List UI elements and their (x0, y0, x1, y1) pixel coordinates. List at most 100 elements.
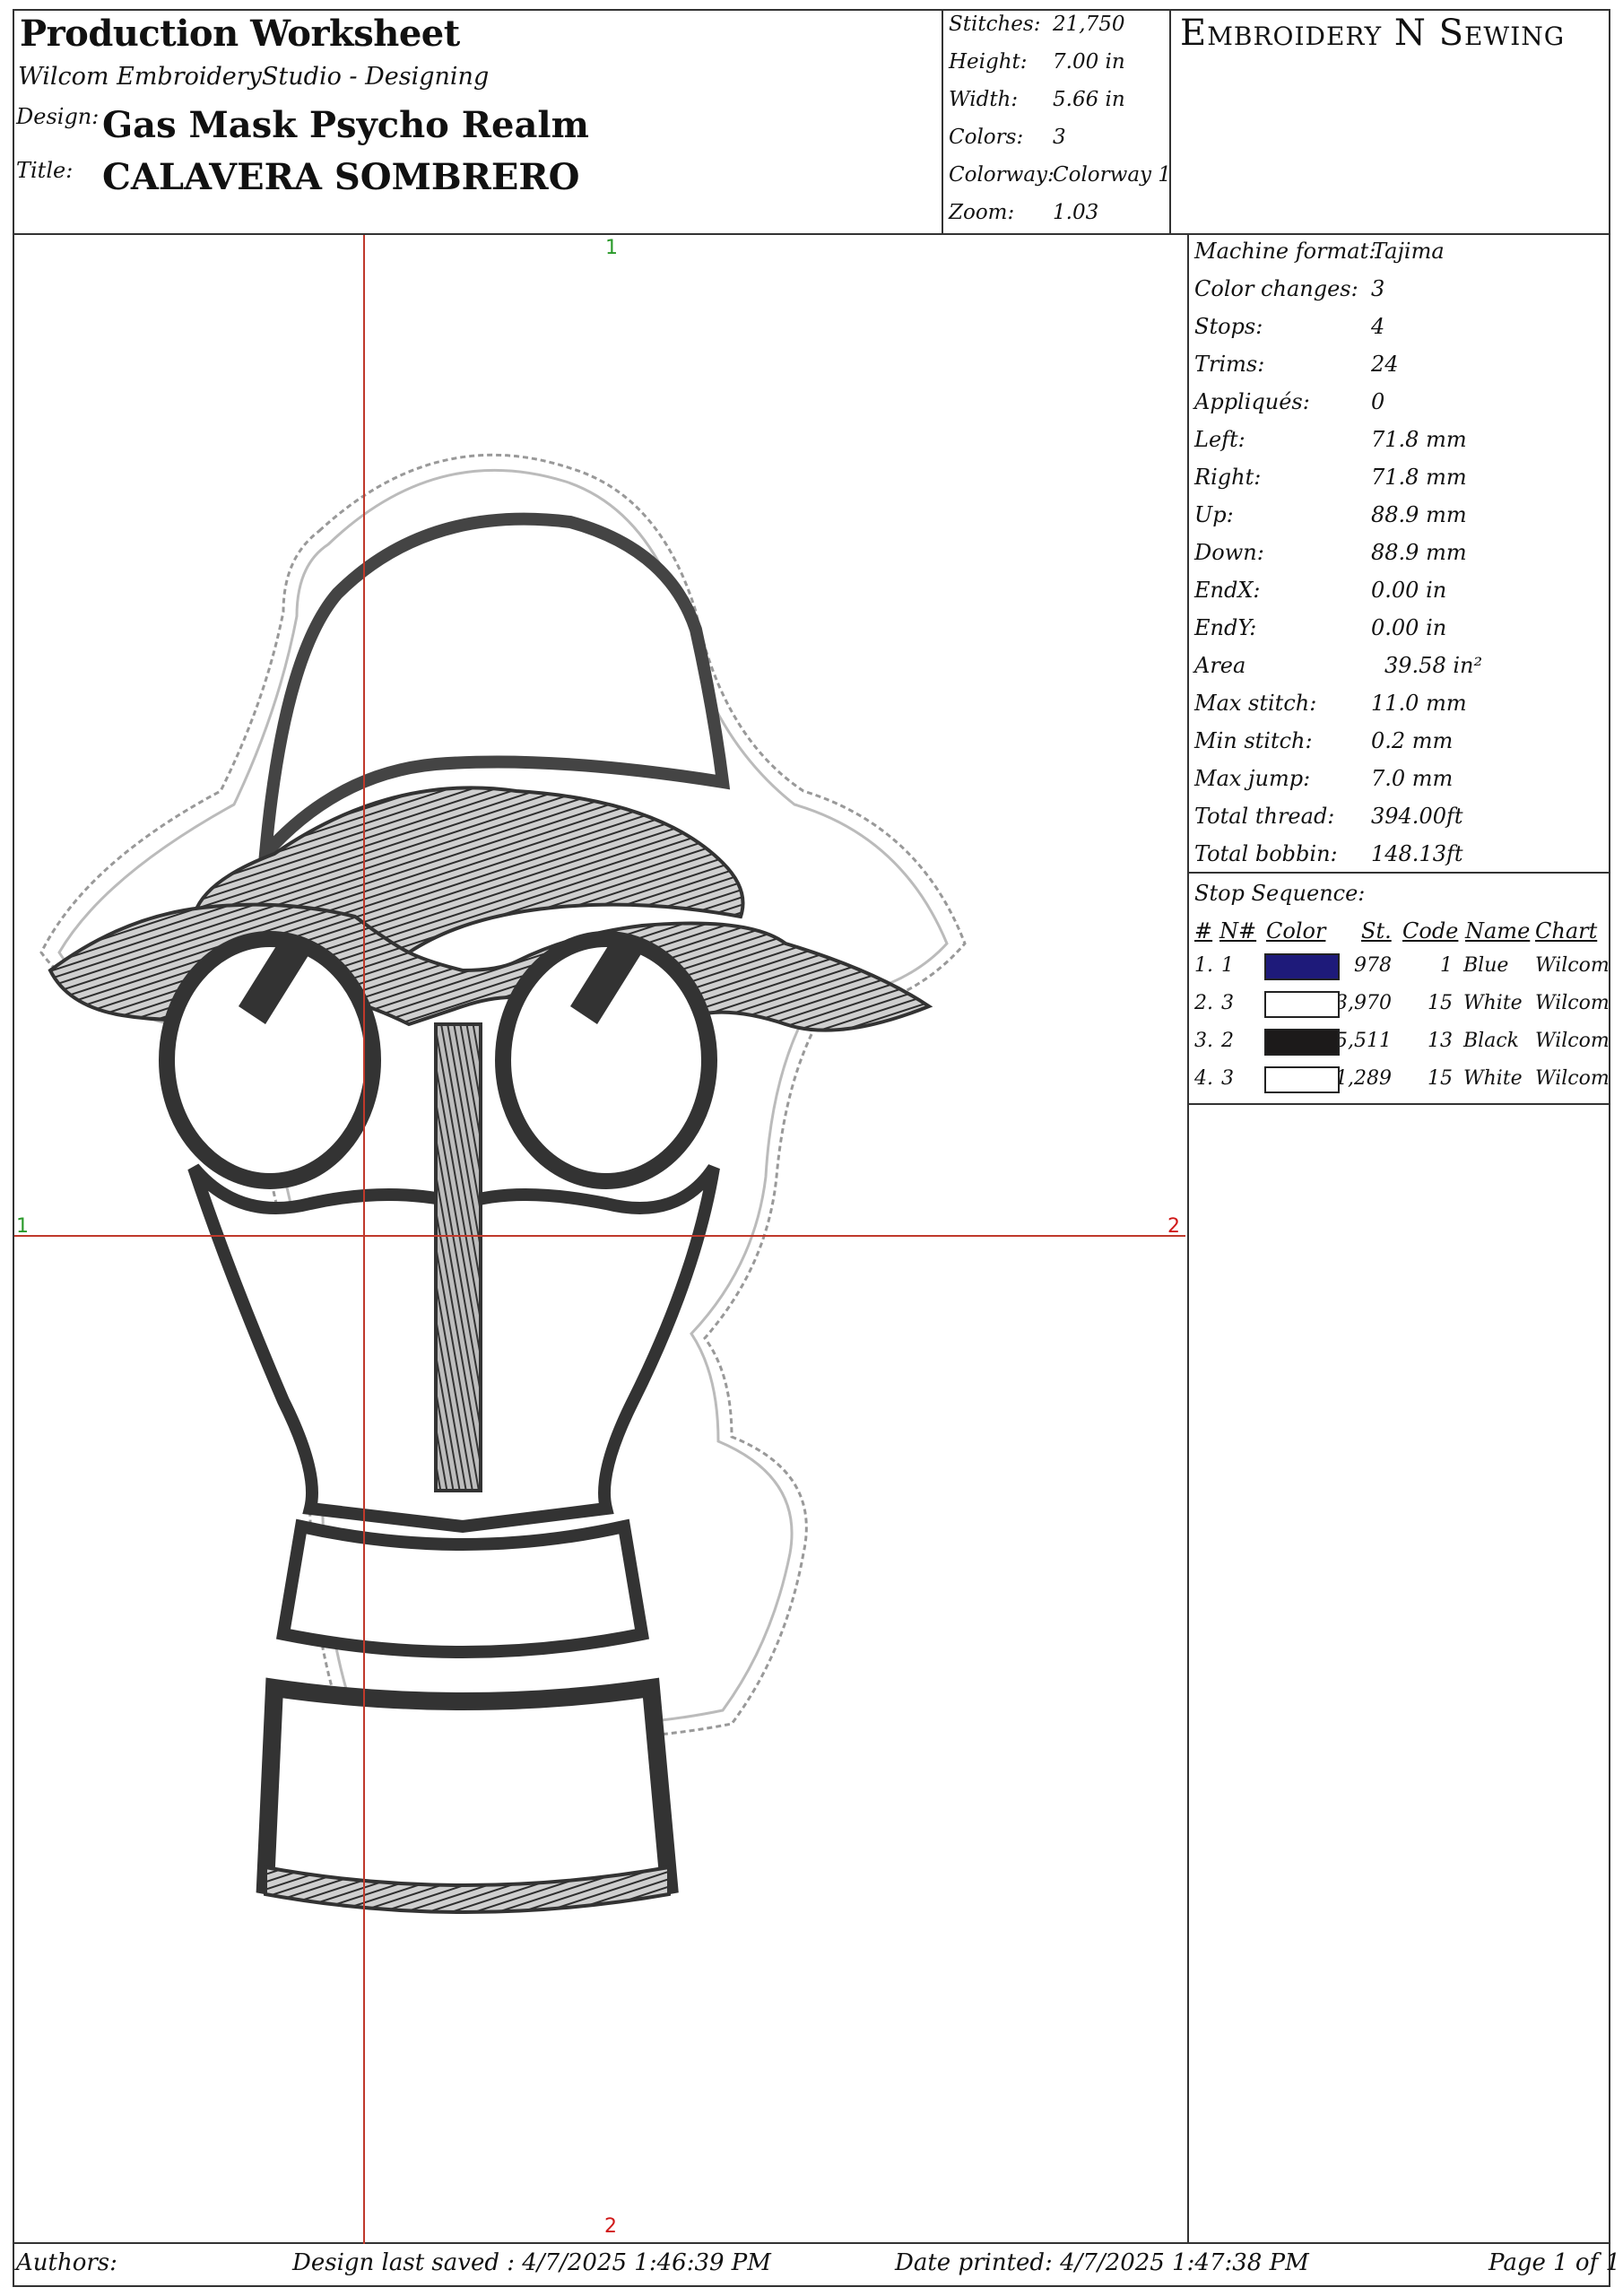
footer-page-number: Page 1 of 1 (1488, 2249, 1621, 2276)
axis-label-top: 1 (605, 237, 618, 259)
info-label: Min stitch: (1194, 728, 1313, 753)
stop-color-swatch (1264, 1066, 1340, 1093)
stop-chart: Wilcom (1535, 992, 1610, 1014)
stop-color-swatch (1264, 953, 1340, 980)
info-label: Total bobbin: (1194, 841, 1338, 866)
info-label: Stops: (1194, 314, 1263, 339)
stop-needle: 1 (1221, 954, 1234, 977)
stop-code: 1 (1440, 954, 1453, 977)
stop-needle: 3 (1221, 1067, 1234, 1090)
info-label: Appliqués: (1194, 389, 1310, 414)
summary-label: Stitches: (949, 13, 1041, 36)
worksheet-title: Production Worksheet (20, 13, 460, 55)
col-header-needle: N# (1219, 918, 1257, 944)
info-value: 148.13ft (1371, 841, 1463, 866)
info-value: 0.2 mm (1371, 728, 1454, 753)
summary-value: Colorway 1 (1053, 163, 1171, 187)
footer-date-printed: Date printed: 4/7/2025 1:47:38 PM (895, 2249, 1309, 2276)
stop-num: 2. (1194, 992, 1213, 1014)
stop-code: 15 (1428, 992, 1453, 1014)
design-title: CALAVERA SOMBRERO (102, 156, 580, 198)
stop-color-name: Blue (1463, 954, 1509, 977)
info-value: 0.00 in (1371, 615, 1447, 640)
summary-label: Colorway: (949, 163, 1055, 187)
info-value: 7.0 mm (1371, 766, 1454, 791)
info-label: Up: (1194, 502, 1234, 527)
info-panel-divider (1187, 233, 1189, 2242)
info-value: 24 (1371, 352, 1399, 377)
design-preview (14, 235, 1185, 2244)
info-label: Area (1194, 653, 1246, 678)
info-value: 71.8 mm (1371, 427, 1467, 452)
summary-value: 1.03 (1053, 201, 1099, 224)
title-label: Title: (16, 158, 74, 183)
info-label: Trims: (1194, 352, 1265, 377)
info-value: 3 (1371, 276, 1385, 301)
stop-chart: Wilcom (1535, 954, 1610, 977)
axis-label-left: 1 (16, 1215, 29, 1238)
summary-label: Width: (949, 88, 1019, 111)
axis-label-bottom: 2 (604, 2215, 617, 2238)
stop-color-swatch (1264, 991, 1340, 1018)
info-label: Total thread: (1194, 804, 1335, 829)
summary-label: Zoom: (949, 201, 1015, 224)
summary-value: 3 (1053, 126, 1066, 149)
brand-name: Embroidery N Sewing (1180, 13, 1566, 54)
info-label: Machine format: (1194, 239, 1376, 264)
stop-color-name: White (1463, 1067, 1523, 1090)
col-header-chart: Chart (1535, 918, 1598, 944)
summary-label: Colors: (949, 126, 1024, 149)
summary-value: 5.66 in (1053, 88, 1125, 111)
info-value: 71.8 mm (1371, 465, 1467, 490)
software-name: Wilcom EmbroideryStudio - Designing (18, 63, 490, 91)
col-header-color: Color (1266, 918, 1326, 944)
stop-chart: Wilcom (1535, 1030, 1610, 1052)
info-value: 39.58 in² (1384, 653, 1483, 678)
info-value: 0 (1371, 389, 1385, 414)
info-value: Tajima (1372, 239, 1445, 264)
info-value: 0.00 in (1371, 578, 1447, 603)
footer-authors: Authors: (16, 2249, 117, 2276)
mask-center-strap (434, 1022, 482, 1492)
stop-num: 3. (1194, 1030, 1213, 1052)
summary-value: 7.00 in (1053, 50, 1125, 74)
info-label: Max stitch: (1194, 691, 1317, 716)
stop-sequence-bottom (1187, 1103, 1610, 1105)
stop-sequence-divider (1187, 872, 1610, 874)
info-value: 4 (1371, 314, 1385, 339)
col-header-name: Name (1465, 918, 1531, 944)
info-label: Right: (1194, 465, 1262, 490)
info-label: EndX: (1194, 578, 1261, 603)
stop-code: 15 (1428, 1067, 1453, 1090)
info-value: 11.0 mm (1371, 691, 1467, 716)
design-label: Design: (16, 104, 100, 129)
stop-num: 4. (1194, 1067, 1213, 1090)
design-name: Gas Mask Psycho Realm (102, 104, 589, 146)
col-header-num: # (1194, 918, 1213, 944)
summary-value: 21,750 (1053, 13, 1125, 36)
stop-color-name: White (1463, 992, 1523, 1014)
header-col-divider-1 (942, 9, 943, 235)
axis-label-right: 2 (1167, 1215, 1180, 1238)
summary-label: Height: (949, 50, 1028, 74)
info-label: EndY: (1194, 615, 1257, 640)
stop-needle: 3 (1221, 992, 1234, 1014)
col-header-stitches: St. (1361, 918, 1392, 944)
info-label: Left: (1194, 427, 1245, 452)
stop-code: 13 (1428, 1030, 1453, 1052)
filter-canister (256, 1677, 679, 1912)
header-col-divider-2 (1169, 9, 1171, 235)
info-label: Down: (1194, 540, 1264, 565)
col-header-code: Code (1402, 918, 1459, 944)
info-label: Max jump: (1194, 766, 1311, 791)
footer-last-saved: Design last saved : 4/7/2025 1:46:39 PM (292, 2249, 771, 2276)
info-value: 88.9 mm (1371, 502, 1467, 527)
filter-neck (275, 1518, 650, 1658)
stop-color-swatch (1264, 1029, 1340, 1056)
stop-sequence-title: Stop Sequence: (1194, 881, 1366, 906)
stop-num: 1. (1194, 954, 1213, 977)
info-label: Color changes: (1194, 276, 1358, 301)
stop-chart: Wilcom (1535, 1067, 1610, 1090)
info-value: 394.00ft (1371, 804, 1463, 829)
info-value: 88.9 mm (1371, 540, 1467, 565)
